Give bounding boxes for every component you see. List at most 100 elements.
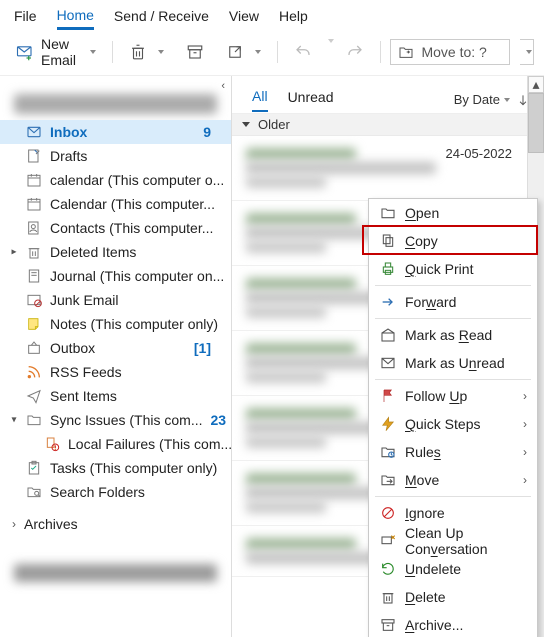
folder-outbox[interactable]: Outbox [1] <box>0 336 231 360</box>
tasks-icon <box>26 460 42 476</box>
menu-separator <box>375 379 531 380</box>
tab-unread[interactable]: Unread <box>288 89 334 111</box>
ctx-label: Move <box>405 472 439 488</box>
folder-tasks[interactable]: Tasks (This computer only) <box>0 456 231 480</box>
folder-drafts[interactable]: Drafts <box>0 144 231 168</box>
undelete-icon <box>379 560 397 578</box>
archive-button[interactable] <box>180 39 210 65</box>
chevron-down-icon[interactable]: ▾ <box>8 415 20 426</box>
move-to-dropdown-icon <box>526 50 532 54</box>
scroll-thumb[interactable] <box>528 93 544 153</box>
folder-inbox[interactable]: Inbox 9 <box>0 120 231 144</box>
account-name-blurred <box>14 564 217 582</box>
move-to-dropdown[interactable] <box>520 39 534 65</box>
message-item[interactable]: 24-05-2022 <box>232 136 526 201</box>
folder-sent[interactable]: Sent Items <box>0 384 231 408</box>
undo-button[interactable] <box>288 39 318 65</box>
new-email-label: New Email <box>41 36 79 68</box>
archives-label: Archives <box>24 516 78 532</box>
ctx-cleanup[interactable]: Clean Up Conversation <box>369 527 537 555</box>
folder-sync-issues[interactable]: ▾ Sync Issues (This com... 23 <box>0 408 231 432</box>
folder-rss[interactable]: RSS Feeds <box>0 360 231 384</box>
folder-label: Outbox <box>50 340 95 356</box>
folder-notes[interactable]: Notes (This computer only) <box>0 312 231 336</box>
folder-list: Inbox 9 Drafts calendar (This computer o… <box>0 120 231 504</box>
new-email-button[interactable]: New Email <box>10 32 102 72</box>
folder-search-folders[interactable]: Search Folders <box>0 480 231 504</box>
local-failures-icon <box>44 436 60 452</box>
menu-help[interactable]: Help <box>279 8 308 28</box>
note-icon <box>26 316 42 332</box>
folder-junk[interactable]: Junk Email <box>0 288 231 312</box>
move-to-selector[interactable]: Move to: ? <box>390 39 510 65</box>
account-archives[interactable]: › Archives <box>0 504 231 544</box>
ctx-archive[interactable]: Archive... <box>369 611 537 637</box>
undo-dropdown-icon[interactable] <box>328 39 334 65</box>
ctx-delete[interactable]: Delete <box>369 583 537 611</box>
scroll-up-icon[interactable]: ▴ <box>528 76 544 93</box>
folder-local-failures[interactable]: Local Failures (This com... <box>0 432 231 456</box>
mail-icon <box>26 124 42 140</box>
folder-calendar-lower[interactable]: calendar (This computer o... <box>0 168 231 192</box>
menu-view[interactable]: View <box>229 8 259 28</box>
menu-file[interactable]: File <box>14 8 37 28</box>
collapse-nav-icon[interactable]: ‹ <box>221 80 225 92</box>
folder-journal[interactable]: Journal (This computer on... <box>0 264 231 288</box>
ctx-open[interactable]: Open <box>369 199 537 227</box>
delete-button[interactable] <box>123 39 170 65</box>
redo-button[interactable] <box>340 39 370 65</box>
folder-contacts[interactable]: Contacts (This computer... <box>0 216 231 240</box>
delete-dropdown-icon[interactable] <box>158 50 164 54</box>
folder-deleted-items[interactable]: ▸ Deleted Items <box>0 240 231 264</box>
ctx-forward[interactable]: Forward <box>369 288 537 316</box>
group-label: Older <box>258 117 290 132</box>
ctx-label: Delete <box>405 589 445 605</box>
ctx-label: Clean Up Conversation <box>405 525 527 557</box>
ctx-undelete[interactable]: Undelete <box>369 555 537 583</box>
submenu-icon: › <box>523 417 527 431</box>
ctx-quick-steps[interactable]: Quick Steps › <box>369 410 537 438</box>
folder-label: Tasks (This computer only) <box>50 460 217 476</box>
ctx-copy[interactable]: Copy <box>369 227 537 255</box>
ctx-label: Mark as Unread <box>405 355 505 371</box>
folder-label: Drafts <box>50 148 87 164</box>
ctx-mark-unread[interactable]: Mark as Unread <box>369 349 537 377</box>
menu-send-receive[interactable]: Send / Receive <box>114 8 209 28</box>
chevron-right-icon: › <box>12 517 16 531</box>
folder-label: Sync Issues (This com... <box>50 412 202 428</box>
ctx-ignore[interactable]: Ignore <box>369 499 537 527</box>
ctx-mark-read[interactable]: Mark as Read <box>369 321 537 349</box>
popout-dropdown-icon[interactable] <box>255 50 261 54</box>
ignore-icon <box>379 504 397 522</box>
folder-label: Inbox <box>50 124 87 140</box>
ctx-quick-print[interactable]: Quick Print <box>369 255 537 283</box>
folder-calendar-upper[interactable]: Calendar (This computer... <box>0 192 231 216</box>
ctx-label: Quick Print <box>405 261 473 277</box>
ctx-move[interactable]: Move › <box>369 466 537 494</box>
chevron-right-icon[interactable]: ▸ <box>8 247 20 258</box>
trash-icon <box>26 244 42 260</box>
ctx-rules[interactable]: Rules › <box>369 438 537 466</box>
ctx-follow-up[interactable]: Follow Up › <box>369 382 537 410</box>
popout-button[interactable] <box>220 39 267 65</box>
sort-by-date[interactable]: By Date <box>454 92 530 107</box>
delete-icon <box>129 43 147 61</box>
print-icon <box>379 260 397 278</box>
menu-separator <box>375 318 531 319</box>
folder-count: 23 <box>210 412 226 428</box>
tab-all[interactable]: All <box>252 88 268 112</box>
ctx-label: Forward <box>405 294 456 310</box>
menu-home[interactable]: Home <box>57 7 94 30</box>
ctx-label: Rules <box>405 444 441 460</box>
calendar-icon <box>26 172 42 188</box>
sync-icon <box>26 412 42 428</box>
new-email-dropdown-icon[interactable] <box>90 50 96 54</box>
sort-label: By Date <box>454 92 500 107</box>
folder-pane: ‹ Inbox 9 Drafts calendar (This computer… <box>0 76 232 637</box>
move-icon <box>379 471 397 489</box>
folder-count: [1] <box>194 340 211 356</box>
ctx-label: Follow Up <box>405 388 467 404</box>
account-name-blurred <box>14 94 217 114</box>
group-header-older[interactable]: Older <box>232 114 544 136</box>
mail-icon <box>379 354 397 372</box>
